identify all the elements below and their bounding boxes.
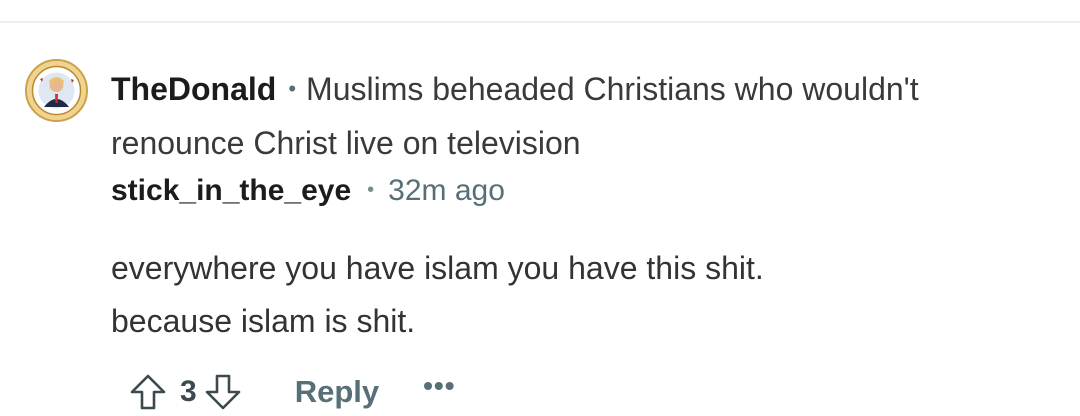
comment-card: TheDonald • Muslims beheaded Christians wh…	[0, 0, 1080, 413]
separator-dot: •	[367, 179, 375, 201]
comment-body: everywhere you have islam you have this …	[111, 242, 1051, 348]
more-options-button[interactable]: •••	[423, 370, 455, 402]
comment-timestamp: 32m ago	[388, 174, 505, 207]
separator-dot: •	[288, 76, 297, 101]
upvote-button[interactable]	[126, 370, 170, 414]
comment-actions: 3 Reply •••	[126, 368, 456, 416]
comment-text-line: because islam is shit.	[111, 303, 416, 339]
divider	[0, 21, 1080, 23]
presidential-seal-icon	[27, 61, 86, 120]
post-title-line[interactable]: TheDonald • Muslims beheaded Christians wh…	[111, 64, 1051, 168]
comment-meta: stick_in_the_eye • 32m ago	[111, 170, 505, 215]
comment-text-line: everywhere you have islam you have this …	[111, 250, 764, 286]
arrow-up-outline-icon	[130, 374, 166, 410]
vote-count: 3	[180, 375, 197, 408]
community-name[interactable]: TheDonald	[111, 71, 276, 107]
downvote-button[interactable]	[201, 370, 245, 414]
arrow-down-outline-icon	[205, 374, 240, 410]
community-avatar[interactable]	[25, 59, 88, 122]
comment-author[interactable]: stick_in_the_eye	[111, 174, 351, 207]
reply-button[interactable]: Reply	[295, 374, 379, 410]
